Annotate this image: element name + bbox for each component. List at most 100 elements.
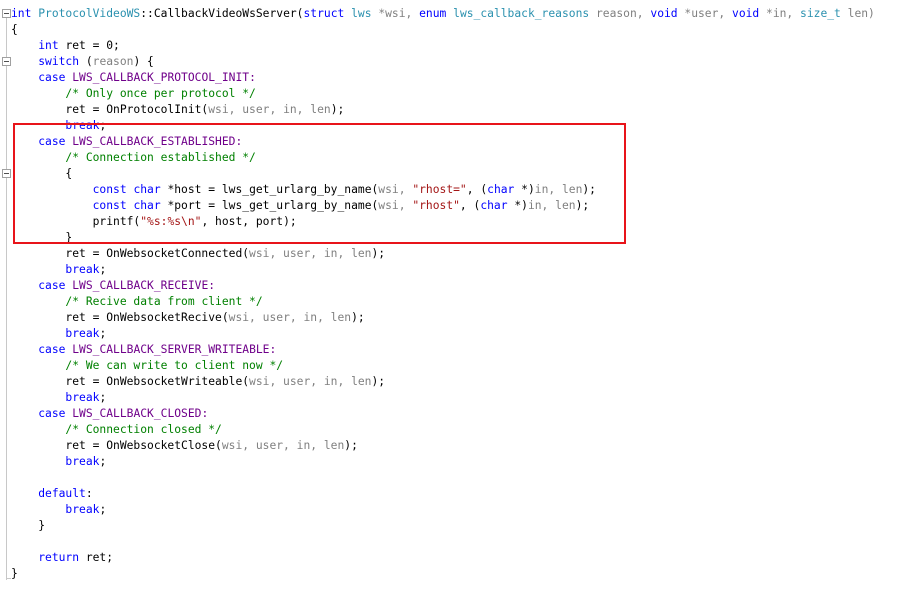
code-token: "rhost"	[412, 199, 460, 212]
code-line[interactable]: case LWS_CALLBACK_ESTABLISHED:	[11, 134, 242, 150]
code-token: *in,	[766, 7, 801, 20]
code-token: ret = OnWebsocketRecive(	[11, 311, 229, 324]
code-line[interactable]: /* Connection closed */	[11, 422, 222, 438]
code-line[interactable]: case LWS_CALLBACK_CLOSED:	[11, 406, 208, 422]
code-line[interactable]: ret = OnWebsocketClose(wsi, user, in, le…	[11, 438, 358, 454]
code-token: break	[65, 263, 100, 276]
code-token: lws_callback_reasons	[453, 7, 596, 20]
code-line[interactable]: }	[11, 518, 45, 534]
code-token: struct	[303, 7, 352, 20]
code-line[interactable]: {	[11, 22, 18, 38]
code-line[interactable]: ret = OnWebsocketConnected(wsi, user, in…	[11, 246, 385, 262]
code-line[interactable]: {	[11, 166, 72, 182]
code-line[interactable]: printf("%s:%s\n", host, port);	[11, 214, 297, 230]
code-token: "%s:%s\n"	[140, 215, 202, 228]
code-token: );	[371, 375, 386, 388]
code-line[interactable]: case LWS_CALLBACK_PROTOCOL_INIT:	[11, 70, 256, 86]
code-token: wsi, user, in, len	[208, 103, 331, 116]
code-token: case	[38, 407, 73, 420]
code-token: void	[650, 7, 685, 20]
code-token: void	[732, 7, 767, 20]
code-token: /* We can write to client now */	[65, 359, 284, 372]
code-line[interactable]: break;	[11, 390, 106, 406]
code-line[interactable]: int ret = 0;	[11, 38, 120, 54]
code-token: int	[38, 39, 66, 52]
code-line[interactable]: break;	[11, 326, 106, 342]
code-token: char	[480, 199, 515, 212]
code-token: LWS_CALLBACK_PROTOCOL_INIT:	[72, 71, 256, 84]
code-token: {	[11, 23, 18, 36]
code-line[interactable]: const char *port = lws_get_urlarg_by_nam…	[11, 198, 590, 214]
code-token: LWS_CALLBACK_CLOSED:	[72, 407, 209, 420]
fold-collapse-icon[interactable]	[2, 57, 11, 66]
code-line[interactable]: const char *host = lws_get_urlarg_by_nam…	[11, 182, 596, 198]
code-token: );	[344, 439, 358, 452]
code-token: ;	[99, 119, 107, 132]
code-line[interactable]: switch (reason) {	[11, 54, 154, 70]
code-token: char	[487, 183, 522, 196]
code-line[interactable]: case LWS_CALLBACK_SERVER_WRITEABLE:	[11, 342, 276, 358]
code-token: switch	[38, 55, 86, 68]
code-token: LWS_CALLBACK_ESTABLISHED:	[72, 135, 243, 148]
code-line[interactable]: break;	[11, 454, 106, 470]
fold-collapse-icon[interactable]	[2, 9, 11, 18]
code-token: *port = lws_get_urlarg_by_name(	[167, 199, 379, 212]
code-token: reason	[92, 55, 134, 68]
code-token: case	[38, 71, 73, 84]
code-line[interactable]: ret = OnProtocolInit(wsi, user, in, len)…	[11, 102, 344, 118]
code-token: LWS_CALLBACK_RECEIVE:	[72, 279, 216, 292]
code-token: in, len	[534, 183, 583, 196]
code-line[interactable]: break;	[11, 262, 106, 278]
code-token: printf(	[11, 215, 141, 228]
code-token: case	[38, 135, 73, 148]
code-line[interactable]: int ProtocolVideoWS::CallbackVideoWsServ…	[11, 6, 875, 22]
code-line[interactable]: /* We can write to client now */	[11, 358, 283, 374]
code-token: , (	[466, 183, 488, 196]
code-line[interactable]: default:	[11, 486, 92, 502]
code-token: break	[65, 503, 100, 516]
code-line[interactable]: }	[11, 566, 18, 582]
code-line[interactable]: break;	[11, 502, 106, 518]
code-token: const	[92, 199, 134, 212]
code-line[interactable]: ret = OnWebsocketRecive(wsi, user, in, l…	[11, 310, 364, 326]
code-line[interactable]: return ret;	[11, 550, 113, 566]
code-line[interactable]: /* Recive data from client */	[11, 294, 262, 310]
code-line[interactable]: ret = OnWebsocketWriteable(wsi, user, in…	[11, 374, 385, 390]
code-token: );	[582, 183, 596, 196]
code-token: wsi, user, in, len	[228, 311, 352, 324]
code-token: ;	[99, 391, 107, 404]
code-line[interactable]: break;	[11, 118, 106, 134]
code-token: }	[11, 231, 73, 244]
fold-collapse-icon[interactable]	[2, 169, 11, 178]
code-token: ret = OnWebsocketConnected(	[11, 247, 250, 260]
code-line[interactable]: /* Only once per protocol */	[11, 86, 256, 102]
code-token: /* Connection established */	[65, 151, 256, 164]
code-token: int	[11, 7, 39, 20]
code-token: /* Only once per protocol */	[65, 87, 256, 100]
code-token: break	[65, 119, 100, 132]
code-token: /* Connection closed */	[65, 423, 222, 436]
code-token: {	[11, 167, 73, 180]
code-token: ;	[99, 327, 107, 340]
code-token: ret = 0;	[65, 39, 120, 52]
code-line[interactable]: /* Connection established */	[11, 150, 256, 166]
code-line[interactable]: }	[11, 230, 72, 246]
fold-guide-line	[6, 14, 7, 580]
code-token: wsi, user, in, len	[221, 439, 345, 452]
code-editor[interactable]: int ProtocolVideoWS::CallbackVideoWsServ…	[0, 0, 905, 591]
code-line[interactable]: case LWS_CALLBACK_RECEIVE:	[11, 278, 215, 294]
code-token: case	[38, 343, 73, 356]
